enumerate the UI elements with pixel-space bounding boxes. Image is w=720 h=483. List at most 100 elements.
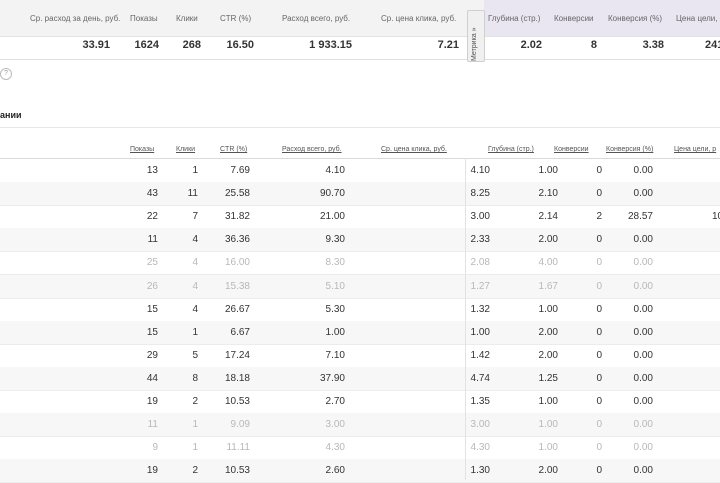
table-row: 9 1 11.11 4.30 4.30 1.00 0 0.00 — [0, 436, 720, 461]
cell-depth: 2.00 — [538, 234, 558, 246]
cell-ctr: 36.36 — [224, 234, 250, 246]
cell-depth: 2.00 — [538, 465, 558, 477]
sort-clicks[interactable]: Клики — [176, 146, 195, 153]
section-divider — [0, 127, 720, 128]
cell-ctr: 25.58 — [224, 188, 250, 200]
cell-conversion-rate: 0.00 — [633, 257, 653, 269]
table-row: 15 1 6.67 1.00 1.00 2.00 0 0.00 — [0, 320, 720, 345]
cell-conversion-rate: 0.00 — [633, 303, 653, 315]
cell-total-spend: 5.30 — [325, 303, 345, 315]
cell-impressions: 13 — [146, 165, 158, 176]
sort-conversions[interactable]: Конверсии — [554, 146, 589, 153]
cell-total-spend: 3.00 — [325, 419, 345, 431]
cell-conversions: 0 — [596, 257, 602, 269]
cell-impressions: 25 — [146, 257, 158, 269]
cell-total-spend: 7.10 — [325, 349, 345, 361]
cell-ctr: 6.67 — [230, 326, 250, 338]
cell-impressions: 19 — [146, 465, 158, 477]
cell-ctr: 18.18 — [224, 372, 250, 384]
cell-depth: 1.00 — [538, 165, 558, 176]
cell-depth: 2.00 — [538, 326, 558, 338]
cell-conversions: 0 — [596, 442, 602, 454]
cell-total-spend: 90.70 — [319, 188, 345, 200]
cell-depth: 2.10 — [538, 188, 558, 200]
cell-ctr: 7.69 — [230, 165, 250, 176]
cell-depth: 1.00 — [538, 303, 558, 315]
cell-conversions: 0 — [596, 165, 602, 176]
cell-conversion-rate: 0.00 — [633, 442, 653, 454]
cell-avg-cpc: 4.74 — [470, 372, 490, 384]
cell-total-spend: 21.00 — [319, 211, 345, 223]
summary-header-impressions: Показы — [130, 14, 158, 23]
cell-conversion-rate: 0.00 — [633, 465, 653, 477]
summary-header: Ср. расход за день, руб. Показы Клики CT… — [0, 0, 720, 37]
cell-conversion-rate: 0.00 — [633, 396, 653, 407]
sort-impressions[interactable]: Показы — [130, 146, 154, 153]
cell-depth: 1.00 — [538, 419, 558, 431]
cell-clicks: 1 — [192, 442, 198, 454]
sort-goal-cost[interactable]: Цена цели, р — [674, 146, 716, 153]
cell-ctr: 17.24 — [224, 349, 250, 361]
table-row: 15 4 26.67 5.30 1.32 1.00 0 0.00 — [0, 298, 720, 322]
sort-avg-cpc[interactable]: Ср. цена клика, руб. — [381, 146, 447, 153]
summary-ctr: 16.50 — [226, 39, 254, 51]
cell-ctr: 26.67 — [224, 303, 250, 315]
metrika-toggle-tab[interactable]: Метрика » — [467, 10, 485, 62]
summary-header-conversions: Конверсии — [554, 14, 594, 23]
sort-ctr[interactable]: CTR (%) — [220, 146, 247, 153]
cell-ctr: 11.11 — [226, 442, 250, 454]
cell-clicks: 11 — [187, 188, 198, 200]
cell-ctr: 31.82 — [224, 211, 250, 223]
cell-depth: 1.00 — [538, 442, 558, 454]
cell-conversion-rate: 0.00 — [633, 349, 653, 361]
table-row: 13 1 7.69 4.10 4.10 1.00 0 0.00 — [0, 159, 720, 183]
cell-avg-cpc: 1.32 — [470, 303, 490, 315]
cell-total-spend: 8.30 — [325, 257, 345, 269]
table-row: 29 5 17.24 7.10 1.42 2.00 0 0.00 — [0, 344, 720, 368]
cell-impressions: 26 — [146, 280, 158, 292]
cell-conversions: 0 — [596, 419, 602, 431]
cell-impressions: 11 — [147, 234, 158, 246]
cell-conversions: 0 — [596, 280, 602, 292]
cell-total-spend: 2.60 — [325, 465, 345, 477]
sort-total-spend[interactable]: Расход всего, руб. — [282, 146, 342, 153]
cell-clicks: 1 — [192, 326, 198, 338]
cell-impressions: 15 — [146, 303, 158, 315]
summary-header-ctr: CTR (%) — [220, 14, 252, 23]
cell-impressions: 44 — [146, 372, 158, 384]
cell-impressions: 19 — [146, 396, 158, 407]
cell-conversions: 0 — [596, 372, 602, 384]
summary-header-total-spend: Расход всего, руб. — [282, 14, 351, 23]
sort-conversion-rate[interactable]: Конверсия (%) — [606, 146, 653, 153]
cell-ctr: 16.00 — [224, 257, 250, 269]
cell-clicks: 1 — [192, 165, 198, 176]
cell-goal-cost: 10 — [712, 211, 720, 223]
cell-avg-cpc: 8.25 — [470, 188, 490, 200]
summary-totals-row: 33.91 1624 268 16.50 1 933.15 7.21 2.02 … — [0, 37, 720, 60]
cell-avg-cpc: 4.30 — [470, 442, 490, 454]
cell-depth: 1.00 — [538, 396, 558, 407]
table-row: 26 4 15.38 5.10 1.27 1.67 0 0.00 — [0, 274, 720, 299]
cell-conversion-rate: 0.00 — [633, 188, 653, 200]
help-icon[interactable]: ? — [0, 68, 12, 80]
cell-ctr: 10.53 — [224, 465, 250, 477]
cell-avg-cpc: 1.35 — [470, 396, 490, 407]
summary-total-spend: 1 933.15 — [309, 39, 352, 51]
table-row: 25 4 16.00 8.30 2.08 4.00 0 0.00 — [0, 251, 720, 276]
cell-avg-cpc: 2.08 — [470, 257, 490, 269]
cell-depth: 2.00 — [538, 349, 558, 361]
cell-total-spend: 4.10 — [325, 165, 345, 176]
cell-conversion-rate: 0.00 — [633, 165, 653, 176]
cell-avg-cpc: 1.00 — [470, 326, 490, 338]
cell-clicks: 4 — [192, 257, 198, 269]
cell-avg-cpc: 3.00 — [470, 419, 490, 431]
cell-clicks: 1 — [192, 419, 198, 431]
cell-conversions: 0 — [596, 188, 602, 200]
cell-conversion-rate: 0.00 — [633, 326, 653, 338]
cell-clicks: 8 — [192, 372, 198, 384]
sort-depth[interactable]: Глубина (стр.) — [488, 146, 534, 153]
cell-avg-cpc: 2.33 — [470, 234, 490, 246]
cell-conversion-rate: 0.00 — [633, 419, 653, 431]
cell-conversion-rate: 0.00 — [633, 280, 653, 292]
cell-clicks: 7 — [192, 211, 198, 223]
